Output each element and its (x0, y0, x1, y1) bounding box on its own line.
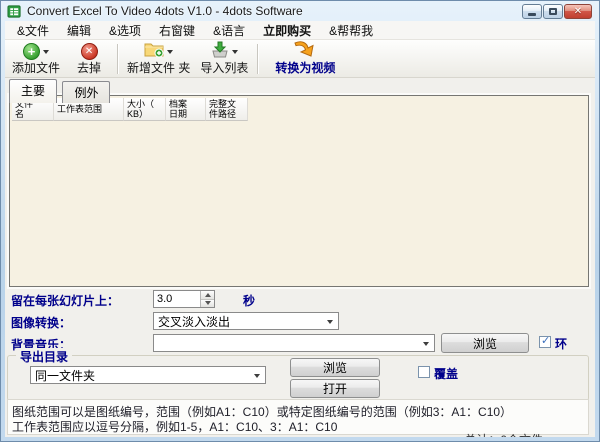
loop-checkbox[interactable] (539, 334, 551, 348)
chevron-down-icon (423, 341, 429, 349)
export-directory-legend: 导出目录 (16, 348, 73, 365)
footer-panel: 图纸范围可以是图纸编号，范围（例如A1：C10）或特定图纸编号的范围（例如3：A… (7, 399, 589, 435)
tab-main[interactable]: 主要 (9, 79, 58, 103)
import-list-dropdown-caret-icon[interactable] (231, 49, 238, 57)
import-list-button[interactable]: 导入列表 (195, 41, 253, 76)
spin-up-icon (204, 290, 211, 297)
overwrite-checkbox[interactable] (418, 366, 430, 378)
export-directory-value: 同一文件夹 (35, 368, 96, 383)
chevron-down-icon (327, 319, 333, 327)
export-browse-button[interactable]: 浏览 (290, 358, 380, 377)
tab-strip: 主要 例外 (9, 79, 111, 103)
add-files-button[interactable]: + 添加文件 (7, 41, 65, 76)
loop-label: 环 (555, 337, 568, 351)
maximize-icon (549, 8, 557, 15)
menu-item-options[interactable]: &选项 (100, 21, 150, 41)
total-files-status: 总计：0个文件 (464, 431, 543, 437)
client-area: &文件 编辑 &选项 右窗键 &语言 立即购买 &帮帮我 + 添加文件 ✕ 去掉 (5, 21, 595, 437)
export-directory-group: 导出目录 同一文件夹 浏览 打开 覆盖 (7, 348, 589, 401)
toolbar-separator (117, 43, 119, 74)
menu-item-language[interactable]: &语言 (204, 21, 254, 41)
minimize-icon (528, 13, 536, 16)
new-folder-dropdown-caret-icon[interactable] (167, 49, 174, 57)
transition-select[interactable]: 交叉淡入淡出 (153, 312, 339, 330)
convert-to-video-icon (292, 40, 318, 64)
slide-duration-label: 留在每张幻灯片上： (11, 294, 120, 308)
file-list[interactable]: 文件 名 工作表范围 大小（ KB） 档案 日期 完整文 件路径 (9, 95, 589, 287)
remove-button[interactable]: ✕ 去掉 (65, 41, 113, 76)
window-controls: ✕ (522, 4, 592, 19)
transition-value: 交叉淡入淡出 (158, 314, 231, 329)
spin-down-button[interactable] (201, 298, 214, 308)
menu-item-help[interactable]: &帮帮我 (320, 21, 382, 41)
music-select[interactable] (153, 334, 435, 352)
spin-down-icon (204, 301, 211, 308)
slide-duration-stepper (153, 290, 215, 308)
window-title: Convert Excel To Video 4dots V1.0 - 4dot… (27, 4, 303, 18)
add-files-icon: + (23, 43, 40, 60)
close-icon: ✕ (573, 5, 583, 17)
app-window: Convert Excel To Video 4dots V1.0 - 4dot… (0, 0, 600, 442)
column-header-full-path[interactable]: 完整文 件路径 (206, 98, 248, 121)
convert-to-video-button[interactable]: 转换为视频 (262, 40, 348, 76)
column-header-file-date[interactable]: 档案 日期 (166, 98, 206, 121)
seconds-label: 秒 (243, 294, 256, 308)
overwrite-label: 覆盖 (434, 367, 459, 381)
chevron-down-icon (254, 373, 260, 381)
export-open-button[interactable]: 打开 (290, 379, 380, 398)
menu-item-buy-now[interactable]: 立即购买 (254, 21, 320, 41)
add-files-dropdown-caret-icon[interactable] (43, 49, 49, 57)
menu-item-file[interactable]: &文件 (8, 21, 58, 41)
remove-icon: ✕ (80, 43, 98, 60)
spin-up-button[interactable] (201, 291, 214, 299)
hint-line-2: 工作表范围应以逗号分隔，例如1-5，A1：C10、3：A1：C10 (12, 420, 338, 434)
menu-item-edit[interactable]: 编辑 (58, 21, 100, 41)
close-button[interactable]: ✕ (564, 4, 592, 19)
export-directory-select[interactable]: 同一文件夹 (30, 366, 266, 384)
tab-exceptions[interactable]: 例外 (62, 81, 111, 103)
toolbar: + 添加文件 ✕ 去掉 新增文件 夹 导入列表 转换为视频 (5, 40, 595, 78)
column-header-size-kb[interactable]: 大小（ KB） (124, 98, 166, 121)
music-browse-button[interactable]: 浏览 (441, 333, 529, 353)
slide-duration-input[interactable] (154, 291, 200, 307)
new-folder-icon (144, 41, 164, 63)
new-folder-button[interactable]: 新增文件 夹 (122, 41, 195, 76)
menu-bar: &文件 编辑 &选项 右窗键 &语言 立即购买 &帮帮我 (5, 21, 595, 40)
transition-label: 图像转换： (11, 316, 72, 330)
titlebar: Convert Excel To Video 4dots V1.0 - 4dot… (1, 1, 599, 21)
app-icon (7, 4, 22, 19)
menu-item-right-key[interactable]: 右窗键 (150, 21, 204, 41)
import-list-icon (211, 41, 229, 63)
maximize-button[interactable] (543, 4, 563, 19)
toolbar-separator (257, 43, 259, 74)
minimize-button[interactable] (522, 4, 542, 19)
